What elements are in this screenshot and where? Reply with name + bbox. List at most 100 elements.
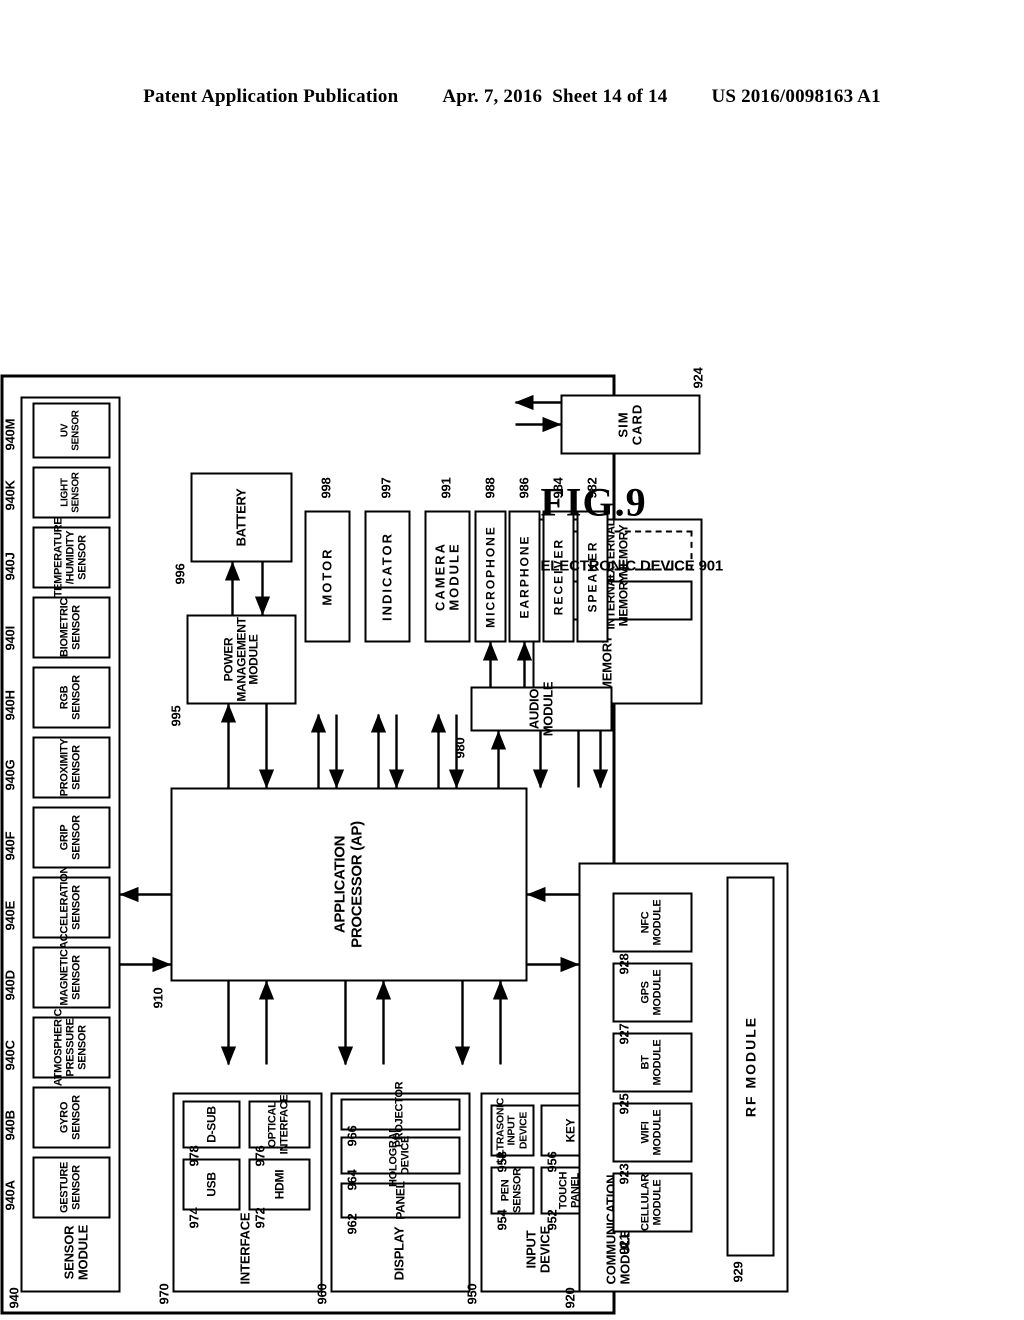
audio-device-box: EARPHONE	[508, 510, 541, 643]
figure-9: SENSOR MODULE 940 GESTURE SENSOR 940A GYRO…	[0, 367, 789, 1315]
dsub-box: D-SUB	[182, 1100, 241, 1149]
power-management-module-ref: 995	[168, 705, 184, 727]
sensor-label: PROXIMITY SENSOR	[58, 738, 83, 797]
panel-ref: 962	[344, 1213, 360, 1235]
sensor-label: UV SENSOR	[59, 410, 82, 451]
power-management-module-box: POWER MANAGEMENT MODULE	[186, 614, 297, 705]
display-label: DISPLAY	[391, 1226, 407, 1281]
audio-device-box: RECEIVER	[542, 510, 575, 643]
sensor-ref: 940K	[2, 480, 18, 511]
publication-label: Patent Application Publication	[143, 86, 399, 107]
optical-interface-ref: 976	[252, 1145, 268, 1167]
comm-module-ref: 921	[616, 1233, 632, 1255]
audio-module-label: AUDIO MODULE	[526, 681, 556, 737]
sensor-ref: 940M	[2, 418, 18, 451]
dsub-label: D-SUB	[204, 1106, 219, 1143]
publication-date: Apr. 7, 2016	[442, 86, 543, 107]
ultrasonic-input-device-ref: 958	[494, 1151, 510, 1173]
panel-label: PANEL	[393, 1181, 408, 1220]
dsub-ref: 978	[186, 1145, 202, 1167]
figure-title: FIG.9	[540, 479, 647, 525]
sensor-module-label: SENSOR MODULE	[61, 1224, 91, 1281]
battery-box: BATTERY	[190, 472, 293, 563]
sensor-label: GRIP SENSOR	[58, 815, 83, 860]
sensor-ref: 940F	[2, 831, 18, 861]
audio-device-ref: 986	[516, 477, 532, 499]
sensor-box: BIOMETRIC SENSOR	[32, 596, 111, 659]
sensor-box: ACCELERATION SENSOR	[32, 866, 111, 949]
sensor-box: UV SENSOR	[32, 402, 111, 459]
display-ref: 960	[314, 1283, 330, 1305]
sim-card-box: SIM CARD	[560, 394, 701, 455]
communication-module-ref: 920	[562, 1287, 578, 1309]
comm-module-ref: 923	[616, 1163, 632, 1185]
sensor-ref: 940A	[2, 1180, 18, 1211]
ultrasonic-input-device-label: ULTRASONIC INPUT DEVICE	[494, 1097, 530, 1164]
interface-ref: 970	[156, 1283, 172, 1305]
sensor-label: MAGNETIC SENSOR	[58, 949, 83, 1006]
sensor-box: GRIP SENSOR	[32, 806, 111, 869]
sensor-ref: 940E	[2, 900, 18, 931]
sensor-box: PROXIMITY SENSOR	[32, 736, 111, 799]
sensor-module-ref: 940	[6, 1287, 22, 1309]
key-ref: 956	[544, 1151, 560, 1173]
usb-label: USB	[204, 1172, 219, 1197]
sensor-ref: 940C	[2, 1040, 18, 1071]
projector-ref: 966	[344, 1125, 360, 1147]
audio-device-label: EARPHONE	[517, 534, 532, 619]
sensor-ref: 940B	[2, 1110, 18, 1141]
sensor-label: GESTURE SENSOR	[58, 1161, 83, 1214]
interface-label: INTERFACE	[237, 1212, 253, 1285]
optical-interface-label: OPTICAL INTERFACE	[266, 1094, 291, 1155]
rf-module-ref: 929	[730, 1261, 746, 1283]
audio-device-box: SPEAKER	[576, 510, 609, 643]
application-processor-box: APPLICATION PROCESSOR (AP)	[170, 787, 528, 982]
sensor-box: TEMPERATURE /HUMIDITY SENSOR	[32, 517, 111, 598]
sim-card-label: SIM CARD	[615, 403, 645, 446]
audio-device-label: RECEIVER	[551, 537, 566, 616]
audio-device-ref: 988	[482, 477, 498, 499]
audio-module-box: AUDIO MODULE	[470, 681, 613, 737]
comm-module-ref: 925	[616, 1093, 632, 1115]
optical-interface-box: OPTICAL INTERFACE	[248, 1094, 311, 1155]
sensor-label: BIOMETRIC SENSOR	[58, 597, 83, 658]
sensor-label: ACCELERATION SENSOR	[58, 866, 83, 949]
indicator-label: INDICATOR	[379, 531, 395, 622]
comm-module-ref: 927	[616, 1023, 632, 1045]
electronic-device-title: ELECTRONIC DEVICE 901	[540, 557, 724, 575]
sensor-label: LIGHT SENSOR	[59, 472, 82, 513]
comm-module-ref: 928	[616, 953, 632, 975]
indicator-box: INDICATOR	[364, 510, 411, 643]
page-header: Patent Application Publication Apr. 7, 2…	[0, 86, 1024, 108]
sheet-number: Sheet 14 of 14	[552, 86, 668, 107]
indicator-ref: 997	[378, 477, 394, 499]
hdmi-label: HDMI	[272, 1169, 287, 1200]
camera-module-box: CAMERA MODULE	[424, 510, 471, 643]
sensor-ref: 940H	[2, 690, 18, 721]
patent-number: US 2016/0098163 A1	[711, 86, 881, 107]
rf-module-box: RF MODULE	[726, 876, 775, 1257]
comm-module-box: NFC MODULE	[612, 892, 693, 953]
sensor-ref: 940G	[2, 759, 18, 791]
sensor-ref: 940I	[2, 625, 18, 651]
comm-module-label: NFC MODULE	[639, 899, 664, 946]
battery-label: BATTERY	[233, 488, 249, 547]
sensor-box: GESTURE SENSOR	[32, 1156, 111, 1219]
sensor-label: GYRO SENSOR	[58, 1095, 83, 1140]
sensor-box: GYRO SENSOR	[32, 1086, 111, 1149]
pen-sensor-label: PEN SENSOR	[499, 1168, 524, 1213]
sensor-label: ATMOSPHERIC PRESSURE SENSOR	[52, 1008, 89, 1087]
application-processor-ref: 910	[150, 987, 166, 1009]
hologram-device-ref: 964	[344, 1169, 360, 1191]
sensor-label: TEMPERATURE /HUMIDITY SENSOR	[52, 517, 89, 598]
audio-device-box: MICROPHONE	[474, 510, 507, 643]
input-device-ref: 950	[464, 1283, 480, 1305]
audio-device-label: MICROPHONE	[483, 525, 498, 628]
audio-device-label: SPEAKER	[585, 540, 600, 613]
ultrasonic-input-device-box: ULTRASONIC INPUT DEVICE	[490, 1097, 535, 1164]
battery-ref: 996	[172, 563, 188, 585]
sensor-box: LIGHT SENSOR	[32, 466, 111, 519]
rf-module-label: RF MODULE	[742, 1015, 759, 1118]
touch-panel-ref: 952	[544, 1209, 560, 1231]
motor-label: MOTOR	[319, 547, 335, 606]
